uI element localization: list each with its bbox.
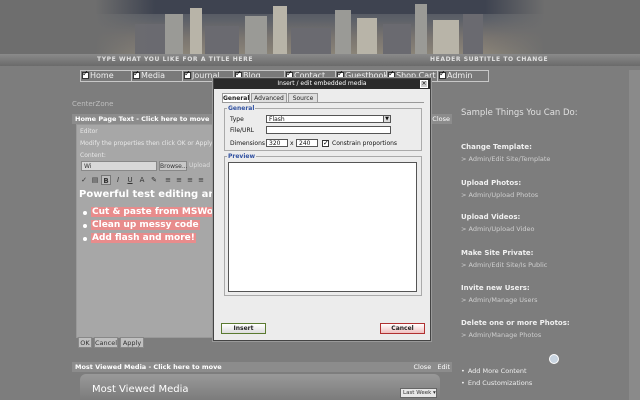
nav-item-media[interactable]: Media bbox=[131, 70, 183, 82]
sidebar-section: Delete one or more Photos: > Admin/Manag… bbox=[461, 319, 570, 339]
nav-item-home[interactable]: Home bbox=[80, 70, 132, 82]
editor-label: Editor bbox=[80, 128, 98, 135]
site-header: TYPE WHAT YOU LIKE FOR A TITLE HERE HEAD… bbox=[0, 0, 640, 66]
sidebar-section: Upload Videos: > Admin/Upload Video bbox=[461, 213, 535, 233]
sidebar-section: Invite new Users: > Admin/Manage Users bbox=[461, 284, 538, 304]
site-subtitle: HEADER SUBTITLE TO CHANGE bbox=[430, 56, 549, 63]
most-viewed-bar-title: Most Viewed Media - Click here to move bbox=[75, 363, 222, 371]
content-url-input[interactable]: Wi bbox=[81, 161, 157, 171]
height-input[interactable]: 240 bbox=[296, 139, 318, 147]
align-center-icon[interactable]: ≡ bbox=[174, 175, 184, 185]
sidebar-link[interactable]: > Admin/Upload Photos bbox=[461, 191, 538, 199]
dialog-title: Insert / edit embedded media bbox=[214, 79, 430, 89]
most-viewed-titlebar[interactable]: Most Viewed Media - Click here to move C… bbox=[72, 362, 452, 372]
editor-toolbar: ✓ ▤ B I U A ✎ ≡ ≡ ≡ ≡ bbox=[79, 175, 209, 187]
close-icon[interactable]: × bbox=[420, 80, 428, 88]
info-icon[interactable] bbox=[549, 354, 559, 364]
general-legend: General bbox=[227, 105, 256, 112]
checkbox-icon[interactable] bbox=[439, 71, 446, 79]
period-select[interactable]: Last Week ▾ bbox=[400, 388, 437, 398]
embed-media-dialog: Insert / edit embedded media × General A… bbox=[213, 78, 431, 341]
ok-button[interactable]: OK bbox=[78, 337, 92, 348]
center-zone-label: CenterZone bbox=[72, 100, 114, 108]
highlight-icon[interactable]: ✎ bbox=[149, 175, 159, 185]
cancel-button[interactable]: Cancel bbox=[94, 337, 118, 348]
most-viewed-heading: Most Viewed Media bbox=[92, 384, 189, 395]
type-select[interactable]: Flash ▼ bbox=[266, 115, 391, 123]
checkbox-icon[interactable] bbox=[184, 71, 191, 79]
sidebar-section: Upload Photos: > Admin/Upload Photos bbox=[461, 179, 539, 199]
most-viewed-close[interactable]: Close bbox=[413, 363, 431, 371]
home-panel-close[interactable]: Close bbox=[432, 114, 450, 124]
chevron-down-icon: ▾ bbox=[433, 390, 436, 396]
constrain-checkbox[interactable]: ✓ bbox=[322, 140, 329, 147]
most-viewed-edit[interactable]: Edit bbox=[437, 363, 450, 371]
constrain-label: Constrain proportions bbox=[332, 140, 398, 147]
list-item: Clean up messy code bbox=[81, 220, 225, 233]
insert-button[interactable]: Insert bbox=[221, 323, 266, 334]
preview-legend: Preview bbox=[227, 153, 257, 160]
width-input[interactable]: 320 bbox=[266, 139, 288, 147]
sidebar-link[interactable]: > Admin/Manage Users bbox=[461, 296, 538, 304]
align-left-icon[interactable]: ≡ bbox=[163, 175, 173, 185]
dialog-cancel-button[interactable]: Cancel bbox=[380, 323, 425, 334]
home-panel-title: Home Page Text - Click here to move bbox=[75, 115, 210, 123]
justify-icon[interactable]: ≡ bbox=[196, 175, 206, 185]
add-more-content-link[interactable]: Add More Content bbox=[461, 367, 527, 375]
chevron-down-icon: ▼ bbox=[383, 116, 390, 122]
end-customizations-link[interactable]: End Customizations bbox=[461, 379, 532, 387]
sidebar-section: Make Site Private: > Admin/Edit Site/Is … bbox=[461, 249, 548, 269]
times-sign: x bbox=[290, 140, 294, 147]
file-url-label: File/URL bbox=[230, 127, 254, 134]
list-item: Cut & paste from MSWord bbox=[81, 207, 225, 220]
apply-button[interactable]: Apply bbox=[120, 337, 144, 348]
editor-bullet-list: Cut & paste from MSWord Clean up messy c… bbox=[81, 207, 225, 246]
spellcheck-icon[interactable]: ✓ bbox=[79, 175, 89, 185]
underline-icon[interactable]: U bbox=[125, 175, 135, 185]
nav-item-admin[interactable]: Admin bbox=[437, 70, 489, 82]
site-title: TYPE WHAT YOU LIKE FOR A TITLE HERE bbox=[97, 56, 254, 63]
bold-icon[interactable]: B bbox=[101, 175, 111, 185]
sidebar-link[interactable]: > Admin/Edit Site/Is Public bbox=[461, 261, 547, 269]
page-scrollbar[interactable] bbox=[629, 70, 640, 400]
dimensions-label: Dimensions bbox=[230, 140, 266, 147]
type-label: Type bbox=[230, 116, 244, 123]
content-label: Content: bbox=[80, 152, 106, 159]
sidebar-section: Change Template: > Admin/Edit Site/Templ… bbox=[461, 143, 551, 163]
paste-icon[interactable]: ▤ bbox=[90, 175, 100, 185]
checkbox-icon[interactable] bbox=[82, 71, 89, 79]
file-url-input[interactable] bbox=[266, 126, 391, 134]
checkbox-icon[interactable] bbox=[133, 71, 140, 79]
align-right-icon[interactable]: ≡ bbox=[185, 175, 195, 185]
upload-link[interactable]: Upload bbox=[189, 162, 210, 169]
sidebar-link[interactable]: > Admin/Manage Photos bbox=[461, 331, 570, 339]
sidebar-link[interactable]: > Admin/Edit Site/Template bbox=[461, 155, 550, 163]
sidebar-heading: Sample Things You Can Do: bbox=[461, 108, 578, 118]
text-color-icon[interactable]: A bbox=[137, 175, 147, 185]
italic-icon[interactable]: I bbox=[113, 175, 123, 185]
sidebar-link[interactable]: > Admin/Upload Video bbox=[461, 225, 534, 233]
list-item: Add flash and more! bbox=[81, 233, 225, 246]
header-city-image bbox=[95, 0, 545, 54]
browse-button[interactable]: Browse... bbox=[159, 161, 188, 171]
media-preview bbox=[228, 162, 417, 292]
